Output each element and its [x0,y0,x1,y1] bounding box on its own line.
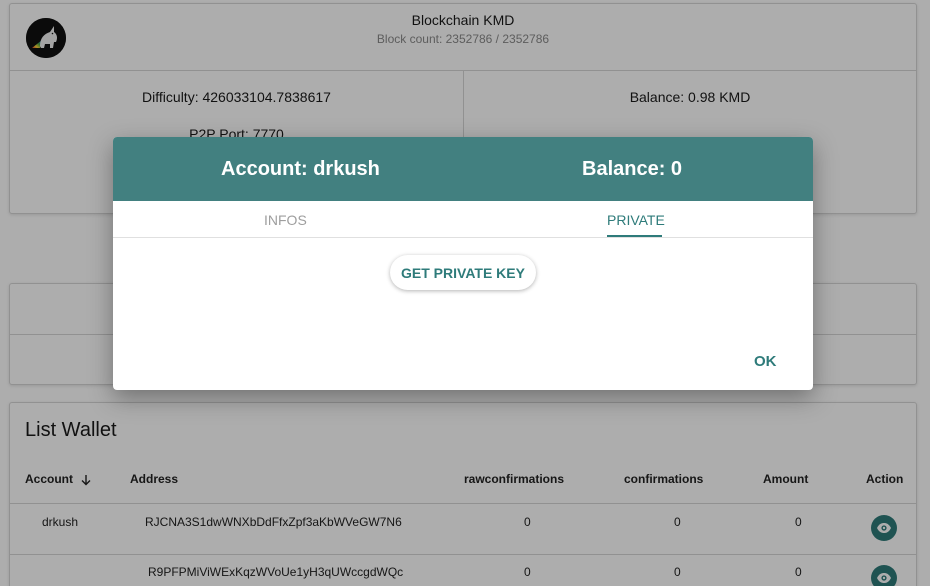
dialog-header: Account: drkush Balance: 0 [113,137,813,201]
get-private-key-button[interactable]: Get private key [390,255,536,290]
dialog-account-title: Account: drkush [221,158,380,180]
ok-button[interactable]: OK [754,353,777,370]
tab-infos[interactable]: Infos [264,212,307,228]
dialog-balance-title: Balance: 0 [582,158,683,180]
account-dialog: Account: drkush Balance: 0 Infos Private… [113,137,813,390]
dialog-tabs: Infos Private [113,201,813,238]
active-tab-indicator [607,235,662,237]
tab-private[interactable]: Private [607,212,665,228]
